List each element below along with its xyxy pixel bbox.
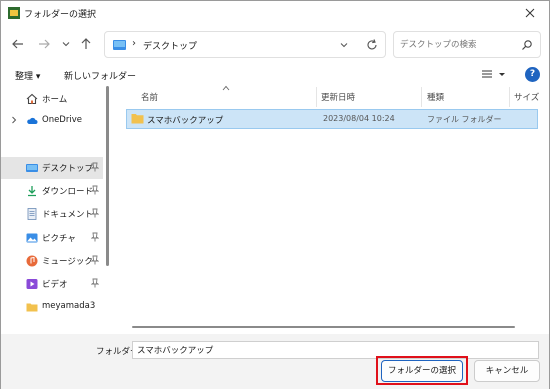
folder-name-field[interactable] [132,341,539,359]
desktop-icon [26,164,38,172]
column-header-size[interactable]: サイズ [514,91,539,103]
sidebar-item-label: ピクチャ [42,234,76,244]
view-options-button[interactable] [481,68,509,82]
chevron-down-icon[interactable] [338,39,350,51]
file-list-row[interactable]: スマホバックアップ 2023/08/04 10:24 ファイル フォルダー [126,109,538,129]
sidebar-item-label: デスクトップ [42,164,94,174]
pin-icon [91,232,99,242]
sidebar-item-label: ミュージック [42,257,93,267]
new-folder-button[interactable]: 新しいフォルダー [64,69,136,82]
arrow-up-icon [81,38,91,49]
sidebar-item-label: ドキュメント [42,210,94,220]
home-icon [26,93,38,105]
folder-icon [26,303,38,312]
column-divider[interactable] [509,87,510,107]
sidebar-item-meyamada3[interactable]: meyamada3 [1,296,103,318]
sidebar-item-label: OneDrive [42,115,82,125]
refresh-icon[interactable] [365,38,379,52]
cancel-button[interactable]: キャンセル [474,360,540,382]
help-button[interactable]: ? [525,67,540,82]
arrow-left-icon [12,39,23,49]
sidebar-item-music[interactable]: ミュージック [1,250,103,272]
desktop-icon [113,40,126,50]
breadcrumb[interactable]: デスクトップ [143,39,197,52]
download-icon [28,186,36,197]
file-type: ファイル フォルダー [427,115,502,124]
close-button[interactable] [517,3,543,23]
navigation-pane: ホーム OneDrive デスクトップ ダウンロード ドキュメント ピクチャ ミ… [1,86,114,334]
back-button[interactable] [10,36,26,52]
sidebar-item-pictures[interactable]: ピクチャ [1,227,103,249]
video-icon [26,279,38,289]
sidebar-item-downloads[interactable]: ダウンロード [1,180,103,202]
select-folder-button[interactable]: フォルダーの選択 [381,360,463,382]
chevron-down-icon [62,42,70,47]
sort-ascending-icon [222,85,230,91]
app-icon [8,7,20,19]
column-divider[interactable] [316,87,317,107]
recent-locations-button[interactable] [58,36,74,52]
music-icon [26,255,38,267]
search-box[interactable] [393,31,541,58]
pictures-icon [26,233,38,243]
file-modified: 2023/08/04 10:24 [323,114,395,123]
cloud-icon [27,117,38,124]
chevron-right-icon[interactable] [10,115,18,125]
pin-icon [91,255,99,265]
pin-icon [91,162,99,172]
organize-menu[interactable]: 整理 ▾ [15,69,40,82]
sidebar-item-home[interactable]: ホーム [1,88,103,110]
document-icon [27,208,37,220]
forward-button[interactable] [36,36,52,52]
up-button[interactable] [78,36,94,52]
column-header-name[interactable]: 名前 [141,91,158,103]
sidebar-item-documents[interactable]: ドキュメント [1,203,103,225]
close-icon [525,8,535,18]
sidebar-item-label: ホーム [42,95,68,105]
address-bar[interactable]: › デスクトップ [104,31,386,58]
pin-icon [91,208,99,218]
sidebar-item-label: meyamada3 [42,301,96,311]
column-header-modified[interactable]: 更新日時 [321,91,355,103]
search-icon[interactable] [521,39,533,51]
folder-picker-dialog: フォルダーの選択 › デスクトップ デスクトップの検索 整理 ▾ 新しいフォルダ… [0,0,550,389]
folder-icon [131,114,144,124]
search-input[interactable] [400,38,515,52]
file-name: スマホバックアップ [147,116,224,126]
breadcrumb-separator: › [132,38,136,49]
list-view-icon [482,70,505,78]
sidebar-item-onedrive[interactable]: OneDrive [1,110,103,132]
sidebar-item-videos[interactable]: ビデオ [1,273,103,295]
sidebar-item-desktop[interactable]: デスクトップ [1,157,103,179]
sidebar-item-label: ダウンロード [42,187,94,197]
window-title: フォルダーの選択 [24,10,97,20]
column-divider[interactable] [421,87,422,107]
pin-icon [91,278,99,288]
sidebar-item-label: ビデオ [42,280,68,290]
navigation-scrollbar[interactable] [106,86,109,266]
horizontal-scrollbar[interactable] [132,326,515,328]
title-bar: フォルダーの選択 [1,1,549,26]
pin-icon [91,185,99,195]
column-header-type[interactable]: 種類 [427,91,444,103]
arrow-right-icon [39,39,50,49]
